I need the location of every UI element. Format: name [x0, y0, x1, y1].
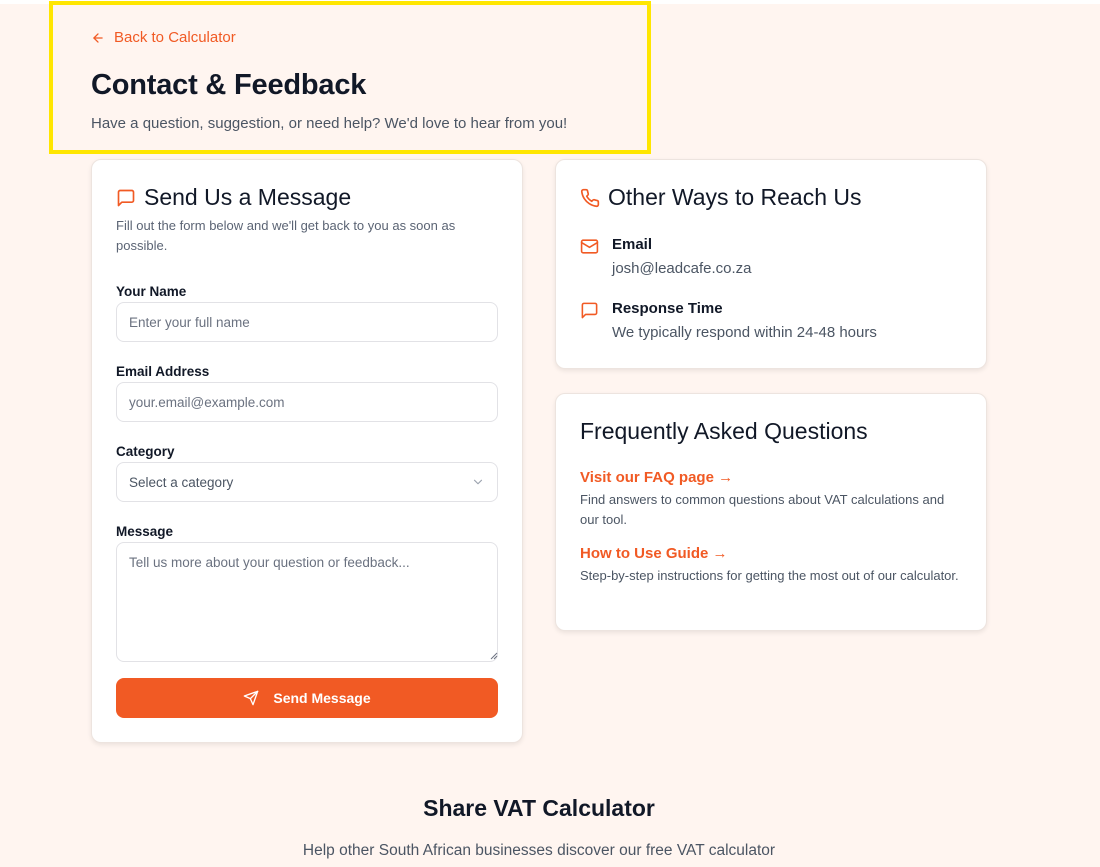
- page-title: Contact & Feedback: [91, 69, 367, 101]
- faq-page-description: Find answers to common questions about V…: [580, 492, 945, 527]
- contact-item-title: Email: [612, 236, 653, 253]
- contact-methods-card: Other Ways to Reach Us Email josh@leadca…: [555, 159, 987, 369]
- message-form-card: Send Us a Message Fill out the form belo…: [91, 159, 523, 743]
- how-to-use-guide-link[interactable]: How to Use Guide →: [580, 545, 728, 562]
- share-title: Share VAT Calculator: [423, 795, 655, 821]
- category-selected-value: Select a category: [129, 474, 234, 490]
- form-heading: Send Us a Message: [116, 184, 351, 211]
- faq-heading: Frequently Asked Questions: [580, 418, 868, 444]
- message-square-icon: [581, 302, 598, 319]
- message-textarea[interactable]: [116, 542, 498, 662]
- form-heading-text: Send Us a Message: [144, 184, 352, 210]
- back-to-calculator-link[interactable]: Back to Calculator: [91, 29, 236, 46]
- name-input[interactable]: [116, 302, 498, 342]
- faq-card: Frequently Asked Questions Visit our FAQ…: [555, 393, 987, 631]
- share-subtitle: Help other South African businesses disc…: [302, 842, 776, 859]
- contact-item-email: Email josh@leadcafe.co.za: [580, 235, 751, 279]
- contact-item-response-time: Response Time We typically respond withi…: [580, 299, 877, 343]
- send-icon: [244, 690, 259, 706]
- form-description: Fill out the form below and we'll get ba…: [116, 218, 456, 253]
- name-label: Your Name: [116, 284, 187, 299]
- mail-icon: [580, 239, 599, 254]
- back-link-label: Back to Calculator: [114, 29, 236, 46]
- contact-email-value: josh@leadcafe.co.za: [612, 260, 752, 277]
- contact-item-title: Response Time: [612, 300, 723, 317]
- message-label: Message: [116, 524, 174, 539]
- message-square-icon: [117, 189, 135, 206]
- phone-icon: [580, 188, 600, 207]
- faq-page-link[interactable]: Visit our FAQ page →: [580, 469, 733, 486]
- category-label: Category: [116, 444, 175, 459]
- send-message-label: Send Message: [273, 690, 371, 706]
- page-subtitle: Have a question, suggestion, or need hel…: [91, 115, 568, 132]
- chevron-down-icon: [473, 479, 483, 485]
- email-input[interactable]: [116, 382, 498, 422]
- resize-grip-icon[interactable]: [490, 652, 498, 660]
- contact-heading-text: Other Ways to Reach Us: [608, 184, 862, 210]
- guide-description: Step-by-step instructions for getting th…: [580, 568, 959, 583]
- contact-heading: Other Ways to Reach Us: [580, 184, 862, 211]
- email-label: Email Address: [116, 364, 210, 379]
- response-time-value: We typically respond within 24-48 hours: [612, 324, 877, 341]
- arrow-left-icon: [93, 32, 103, 43]
- category-select[interactable]: Select a category: [116, 462, 498, 502]
- message-field-wrapper: [92, 542, 524, 662]
- send-message-button[interactable]: Send Message: [116, 678, 498, 718]
